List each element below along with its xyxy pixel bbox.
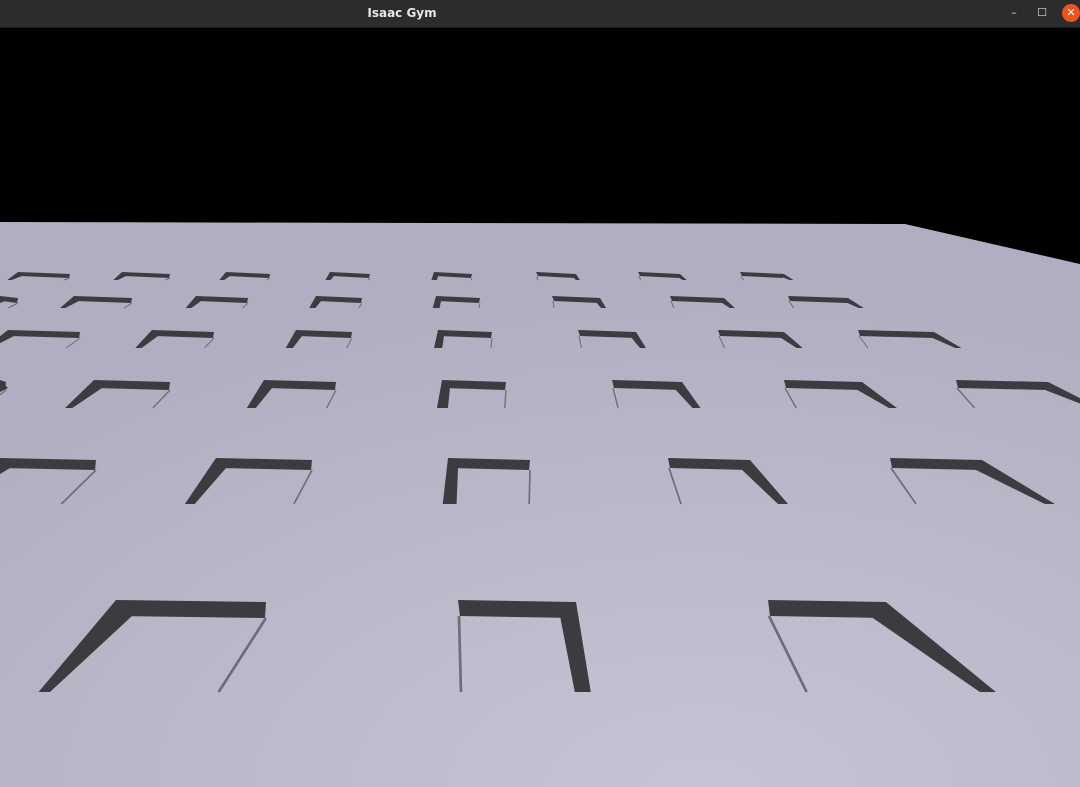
terrain-notch-top: [116, 600, 266, 618]
simulation-viewport[interactable]: [0, 28, 1080, 787]
terrain-notch-edge: [470, 277, 473, 281]
terrain-notch-top: [768, 600, 886, 618]
ground-plane: [0, 222, 1080, 787]
close-icon[interactable]: ✕: [1062, 4, 1080, 22]
terrain-notch-edge: [528, 469, 531, 505]
terrain-notch-edge: [536, 275, 539, 281]
scene-canvas: [0, 28, 1080, 787]
terrain-notch-top: [668, 458, 750, 470]
app-window: Isaac Gym – ☐ ✕: [0, 0, 1080, 787]
terrain-notch-top: [458, 600, 576, 618]
maximize-icon[interactable]: ☐: [1033, 4, 1051, 22]
minimize-icon[interactable]: –: [1005, 4, 1023, 22]
terrain-notch-top: [216, 458, 312, 470]
terrain-notch-top: [448, 458, 530, 470]
terrain-notch-top: [890, 458, 982, 470]
window-title: Isaac Gym: [367, 6, 437, 20]
title-bar[interactable]: Isaac Gym – ☐ ✕: [0, 0, 1080, 28]
terrain-notch-top: [0, 458, 96, 470]
